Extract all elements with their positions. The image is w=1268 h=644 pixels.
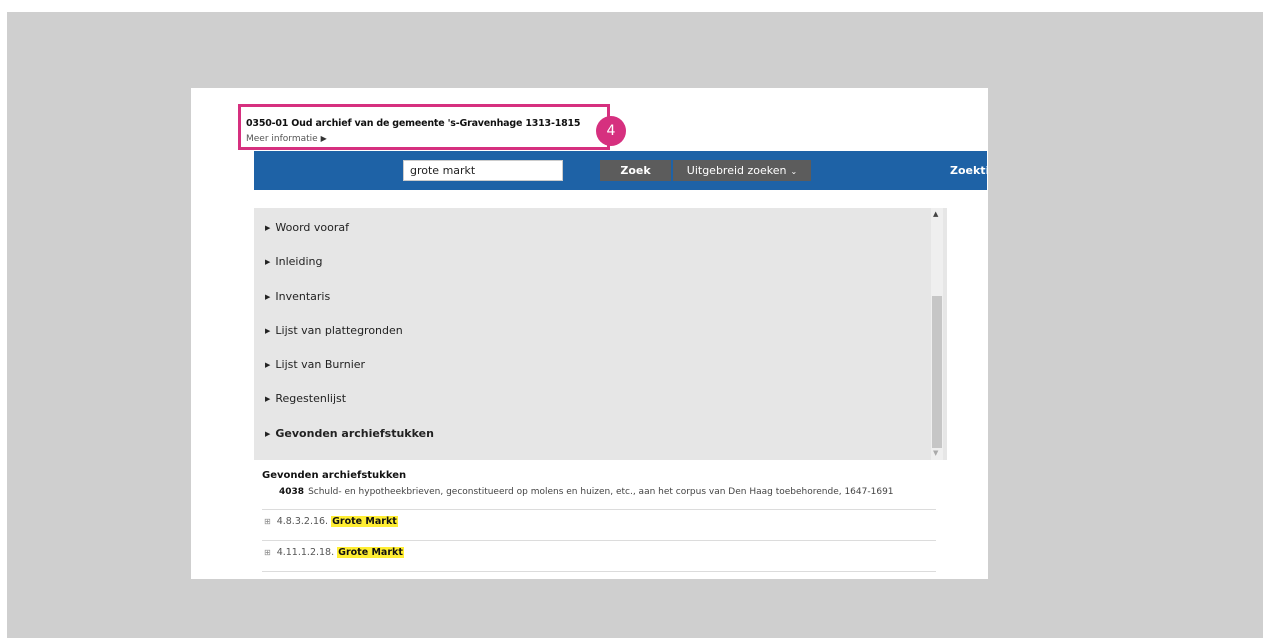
- scroll-up-icon[interactable]: ▲: [933, 210, 938, 218]
- triangle-right-icon: ▶: [265, 361, 271, 369]
- highlighted-match[interactable]: Grote Markt: [331, 516, 398, 527]
- search-bar: Zoek Uitgebreid zoeken⌄ Zoektips: [254, 151, 988, 190]
- triangle-right-icon: ▶: [265, 327, 271, 335]
- highlighted-match[interactable]: Grote Markt: [337, 547, 404, 558]
- table-of-contents: ▶ Woord vooraf ▶ Inleiding ▶ Inventaris ▶ Li…: [254, 208, 947, 460]
- expand-icon[interactable]: ⊞: [264, 517, 271, 526]
- more-info-label[interactable]: Meer informatie: [246, 134, 318, 144]
- hit-row[interactable]: ⊞ 4.8.3.2.16. Grote Markt: [264, 516, 398, 527]
- toc-item-regestenlijst[interactable]: ▶ Regestenlijst: [265, 392, 346, 405]
- more-info-link[interactable]: Meer informatie ▶: [246, 134, 327, 144]
- hit-code: 4.8.3.2.16.: [276, 516, 329, 527]
- toc-item-label[interactable]: Woord vooraf: [275, 221, 349, 234]
- divider: [262, 571, 936, 572]
- toc-item-label[interactable]: Lijst van Burnier: [275, 358, 365, 371]
- toc-item-label[interactable]: Inleiding: [275, 255, 322, 268]
- advanced-search-label[interactable]: Uitgebreid zoeken: [687, 164, 787, 177]
- triangle-right-icon: ▶: [320, 134, 327, 143]
- scrollbar-thumb[interactable]: [932, 296, 942, 448]
- divider: [262, 540, 936, 541]
- results-title: Gevonden archiefstukken: [262, 470, 407, 481]
- step-badge: 4: [596, 116, 626, 146]
- triangle-right-icon: ▶: [265, 258, 271, 266]
- expand-icon[interactable]: ⊞: [264, 548, 271, 557]
- toc-item-woord-vooraf[interactable]: ▶ Woord vooraf: [265, 221, 349, 234]
- toc-item-burnier[interactable]: ▶ Lijst van Burnier: [265, 358, 365, 371]
- hit-row[interactable]: ⊞ 4.11.1.2.18. Grote Markt: [264, 547, 404, 558]
- toc-item-label[interactable]: Lijst van plattegronden: [275, 324, 402, 337]
- toc-item-inleiding[interactable]: ▶ Inleiding: [265, 255, 322, 268]
- result-item-number[interactable]: 4038: [279, 487, 304, 497]
- toc-item-gevonden[interactable]: ▶ Gevonden archiefstukken: [265, 427, 434, 440]
- triangle-right-icon: ▶: [265, 395, 271, 403]
- archive-title: 0350-01 Oud archief van de gemeente 's-G…: [246, 118, 581, 129]
- toc-item-plattegronden[interactable]: ▶ Lijst van plattegronden: [265, 324, 403, 337]
- search-tips-link[interactable]: Zoektips: [950, 164, 988, 177]
- triangle-right-icon: ▶: [265, 293, 271, 301]
- toc-item-label[interactable]: Regestenlijst: [275, 392, 346, 405]
- divider: [262, 509, 936, 510]
- result-item[interactable]: 4038 Schuld- en hypotheekbrieven, geconst…: [279, 487, 894, 497]
- archive-panel: 0350-01 Oud archief van de gemeente 's-G…: [191, 88, 988, 579]
- search-input[interactable]: [403, 160, 563, 181]
- chevron-down-icon: ⌄: [790, 167, 798, 176]
- scroll-down-icon[interactable]: ▼: [933, 449, 938, 457]
- advanced-search-button[interactable]: Uitgebreid zoeken ⌄: [673, 160, 811, 181]
- toc-item-label[interactable]: Inventaris: [275, 290, 330, 303]
- search-button[interactable]: Zoek: [600, 160, 671, 181]
- toc-item-label[interactable]: Gevonden archiefstukken: [275, 427, 434, 440]
- triangle-right-icon: ▶: [265, 224, 271, 232]
- triangle-right-icon: ▶: [265, 430, 271, 438]
- result-item-text: Schuld- en hypotheekbrieven, geconstitue…: [308, 487, 894, 497]
- hit-code: 4.11.1.2.18.: [276, 547, 335, 558]
- toc-item-inventaris[interactable]: ▶ Inventaris: [265, 290, 330, 303]
